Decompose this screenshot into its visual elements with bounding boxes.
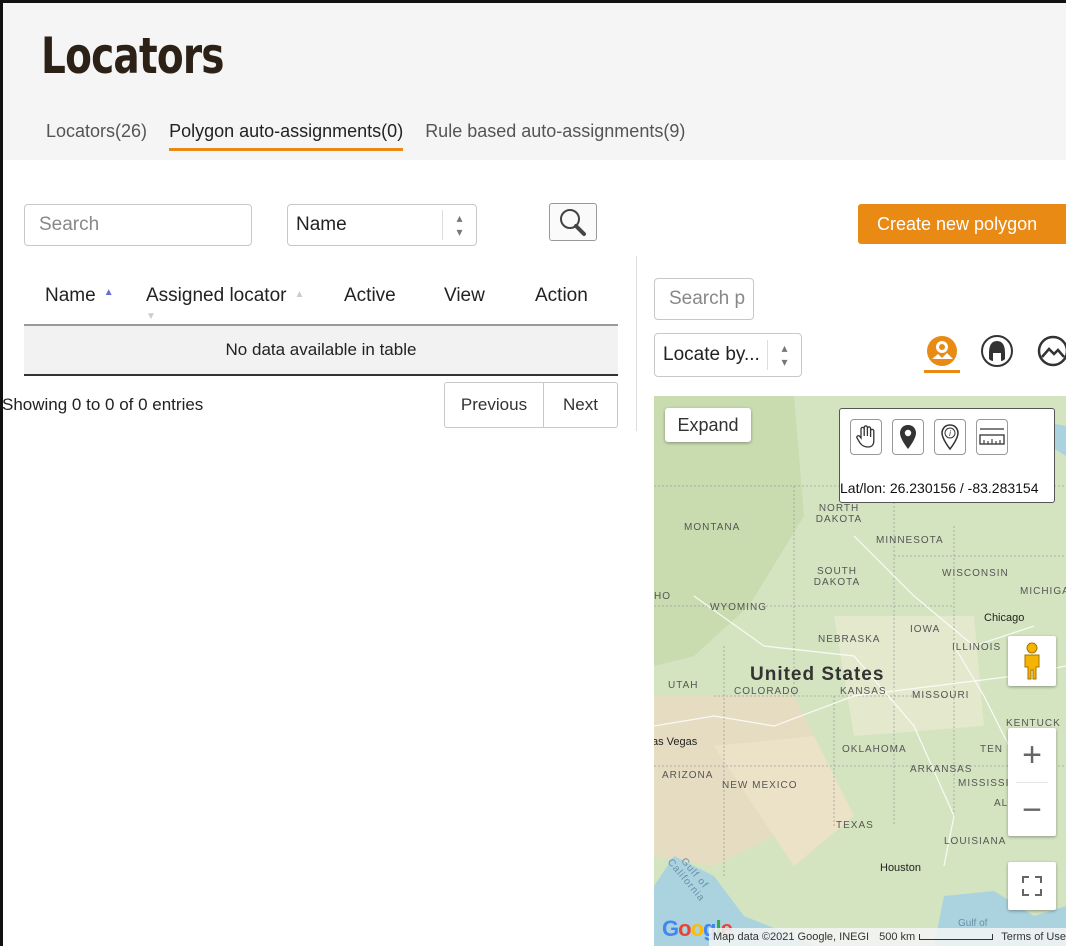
map-label-minnesota: MINNESOTA	[876, 535, 944, 546]
map-attribution-bar: Map data ©2021 Google, INEGI 500 km Term…	[709, 928, 1066, 946]
map-view[interactable]: MONTANA NORTH DAKOTA MINNESOTA SOUTH DAK…	[654, 396, 1066, 946]
column-header-view: View	[444, 285, 485, 306]
map-label-missouri: MISSOURI	[912, 690, 970, 701]
map-label-arizona: ARIZONA	[662, 770, 714, 781]
map-latlon-readout: Lat/lon: 26.230156 / -83.283154	[840, 480, 1039, 496]
map-label-oklahoma: OKLAHOMA	[842, 744, 907, 755]
map-city-houston: Houston	[880, 862, 921, 874]
map-label-michigan: MICHIGA	[1020, 586, 1066, 597]
map-label-south-dakota: SOUTH DAKOTA	[813, 566, 861, 588]
map-label-kansas: KANSAS	[840, 686, 887, 697]
map-label-colorado: COLORADO	[734, 686, 800, 697]
sort-ascending-icon: ▲	[103, 287, 114, 298]
zoom-out-icon[interactable]: −	[1008, 783, 1056, 837]
map-label-arkansas: ARKANSAS	[910, 764, 973, 775]
map-label-wyoming: WYOMING	[710, 602, 767, 613]
map-city-chicago: Chicago	[984, 612, 1025, 624]
table-header-row: Name ▲ Assigned locator ▲ ▼ Active View Act…	[24, 278, 618, 326]
map-label-iowa: IOWA	[910, 624, 941, 635]
hand-icon[interactable]	[850, 419, 882, 455]
column-assigned-locator-label: Assigned locator	[146, 285, 287, 306]
map-city-las-vegas: as Vegas	[654, 736, 698, 748]
terms-of-use-link[interactable]: Terms of Use	[1001, 931, 1066, 943]
page-header: Locators Locators(26) Polygon auto-assig…	[3, 3, 1066, 160]
create-polygon-button[interactable]: Create new polygon	[858, 204, 1066, 244]
marker-icon[interactable]	[892, 419, 924, 455]
map-label-tennessee: TEN	[980, 744, 1003, 755]
map-scale-bar	[919, 934, 994, 940]
ruler-icon[interactable]	[976, 419, 1008, 455]
map-label-wisconsin: WISCONSIN	[942, 568, 1009, 579]
column-header-name[interactable]: Name ▲	[45, 285, 114, 307]
tab-rule-based-auto-assignments[interactable]: Rule based auto-assignments(9)	[425, 121, 685, 151]
map-label-louisiana: LOUISIANA	[944, 836, 1007, 847]
column-header-active: Active	[344, 285, 396, 306]
map-toolbox: i Lat/lon: 26.230156 / -83.283154	[839, 408, 1055, 503]
previous-button[interactable]: Previous	[444, 382, 544, 428]
tab-bar: Locators(26) Polygon auto-assignments(0)…	[46, 121, 707, 151]
sort-field-select[interactable]: Name ▴ ▾	[287, 204, 477, 246]
map-label-alabama: AL	[994, 798, 1009, 809]
column-header-action: Action	[535, 285, 588, 306]
table-info: Showing 0 to 0 of 0 entries	[2, 395, 204, 414]
headset-icon[interactable]	[980, 334, 1014, 368]
map-label-nebraska: NEBRASKA	[818, 634, 881, 645]
map-attribution: Map data ©2021 Google, INEGI	[713, 931, 870, 943]
next-button[interactable]: Next	[544, 382, 618, 428]
search-icon	[560, 209, 586, 236]
info-marker-icon[interactable]: i	[934, 419, 966, 455]
locate-by-select[interactable]: Locate by... ▴ ▾	[654, 333, 802, 377]
column-name-label: Name	[45, 285, 96, 306]
svg-text:i: i	[949, 429, 951, 438]
zoom-controls: + −	[1008, 728, 1056, 836]
active-mode-indicator	[924, 370, 960, 373]
map-scale-label: 500 km	[879, 931, 916, 943]
street-view-pegman-icon[interactable]	[1008, 636, 1056, 686]
locator-map-icon[interactable]	[925, 334, 959, 368]
map-expand-button[interactable]: Expand	[665, 408, 751, 442]
pagination: Previous Next	[444, 382, 618, 428]
table-search-input[interactable]	[24, 204, 252, 246]
map-label-idaho: HO	[654, 591, 671, 602]
map-label-texas: TEXAS	[836, 820, 874, 831]
panel-divider	[636, 256, 637, 431]
map-label-new-mexico: NEW MEXICO	[722, 780, 798, 791]
map-label-north-dakota: NORTH DAKOTA	[815, 503, 863, 525]
search-button[interactable]	[549, 203, 597, 241]
column-header-assigned-locator[interactable]: Assigned locator ▲ ▼	[146, 285, 304, 329]
terrain-icon[interactable]	[1036, 334, 1066, 368]
polygon-search-input[interactable]	[654, 278, 754, 320]
select-arrows-icon: ▴ ▾	[767, 340, 801, 370]
map-label-country: United States	[750, 664, 885, 685]
table-empty-row: No data available in table	[24, 326, 618, 376]
tab-polygon-auto-assignments[interactable]: Polygon auto-assignments(0)	[169, 121, 404, 151]
tab-locators[interactable]: Locators(26)	[46, 121, 147, 151]
zoom-in-icon[interactable]: +	[1008, 728, 1056, 782]
map-label-montana: MONTANA	[684, 522, 741, 533]
sort-field-value: Name	[296, 214, 347, 235]
fullscreen-icon[interactable]	[1008, 862, 1056, 910]
select-arrows-icon: ▴ ▾	[442, 210, 476, 240]
map-label-illinois: ILLINOIS	[952, 642, 1002, 653]
map-label-utah: UTAH	[668, 680, 699, 691]
page-title: Locators	[41, 27, 225, 85]
locate-by-value: Locate by...	[663, 344, 760, 365]
